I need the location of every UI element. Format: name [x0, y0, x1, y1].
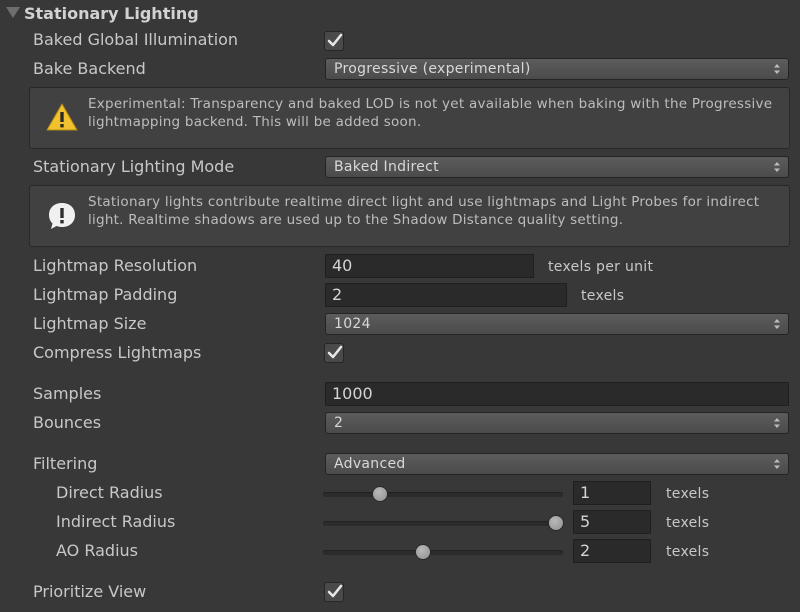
- prioritize-view-checkbox[interactable]: [324, 582, 344, 602]
- dropdown-arrows-icon: [774, 418, 780, 428]
- direct-radius-slider-track[interactable]: [323, 492, 563, 497]
- lightmap-size-value: 1024: [334, 316, 371, 332]
- info-icon: [49, 203, 75, 229]
- bounces-dropdown[interactable]: 2: [325, 412, 789, 434]
- compress-lightmaps-label: Compress Lightmaps: [33, 343, 202, 362]
- dropdown-arrows-icon: [774, 64, 780, 74]
- lighting-mode-dropdown[interactable]: Baked Indirect: [325, 156, 789, 178]
- indirect-radius-input[interactable]: 5: [573, 510, 651, 534]
- info-helpbox: Stationary lights contribute realtime di…: [29, 185, 790, 247]
- ao-radius-label: AO Radius: [56, 541, 138, 560]
- lighting-mode-value: Baked Indirect: [334, 159, 439, 175]
- lightmap-resolution-label: Lightmap Resolution: [33, 256, 198, 275]
- filtering-dropdown[interactable]: Advanced: [325, 453, 789, 475]
- dropdown-arrows-icon: [774, 459, 780, 469]
- warning-icon: [46, 103, 78, 131]
- checkmark-icon: [327, 345, 343, 359]
- warning-helpbox: Experimental: Transparency and baked LOD…: [29, 87, 790, 149]
- compress-lightmaps-checkbox[interactable]: [324, 343, 344, 363]
- baked-gi-checkbox[interactable]: [324, 31, 344, 51]
- filtering-label: Filtering: [33, 454, 98, 473]
- direct-radius-unit: texels: [666, 486, 710, 502]
- indirect-radius-slider-thumb[interactable]: [548, 515, 564, 531]
- checkmark-icon: [327, 584, 343, 598]
- bake-backend-label: Bake Backend: [33, 59, 146, 78]
- lightmap-padding-input[interactable]: 2: [325, 283, 567, 307]
- bake-backend-dropdown[interactable]: Progressive (experimental): [325, 58, 789, 80]
- filtering-value: Advanced: [334, 456, 406, 472]
- baked-gi-label: Baked Global Illumination: [33, 30, 239, 49]
- bounces-value: 2: [334, 415, 344, 431]
- dropdown-arrows-icon: [774, 319, 780, 329]
- samples-label: Samples: [33, 384, 102, 403]
- indirect-radius-label: Indirect Radius: [56, 512, 176, 531]
- lighting-mode-label: Stationary Lighting Mode: [33, 157, 235, 176]
- checkmark-icon: [327, 33, 343, 47]
- samples-input[interactable]: 1000: [325, 382, 789, 406]
- lightmap-size-dropdown[interactable]: 1024: [325, 313, 789, 335]
- indirect-radius-unit: texels: [666, 515, 710, 531]
- info-message: Stationary lights contribute realtime di…: [88, 194, 760, 228]
- ao-radius-unit: texels: [666, 544, 710, 560]
- direct-radius-slider-thumb[interactable]: [371, 486, 388, 502]
- dropdown-arrows-icon: [774, 162, 780, 172]
- bounces-label: Bounces: [33, 413, 102, 432]
- lightmap-resolution-input[interactable]: 40: [325, 254, 534, 278]
- section-header[interactable]: Stationary Lighting: [0, 3, 199, 25]
- direct-radius-label: Direct Radius: [56, 483, 163, 502]
- ao-radius-slider-track[interactable]: [323, 550, 563, 555]
- lightmap-padding-unit: texels: [581, 288, 625, 304]
- section-title: Stationary Lighting: [24, 4, 199, 23]
- lightmap-size-label: Lightmap Size: [33, 314, 147, 333]
- warning-message: Experimental: Transparency and baked LOD…: [88, 96, 773, 130]
- lightmap-padding-label: Lightmap Padding: [33, 285, 178, 304]
- ao-radius-input[interactable]: 2: [573, 539, 651, 563]
- lightmap-resolution-unit: texels per unit: [548, 259, 654, 275]
- prioritize-view-label: Prioritize View: [33, 582, 147, 601]
- ao-radius-slider-thumb[interactable]: [414, 544, 431, 560]
- foldout-triangle-icon[interactable]: [6, 7, 20, 18]
- indirect-radius-slider-track[interactable]: [323, 521, 563, 526]
- direct-radius-input[interactable]: 1: [573, 481, 651, 505]
- bake-backend-value: Progressive (experimental): [334, 61, 531, 77]
